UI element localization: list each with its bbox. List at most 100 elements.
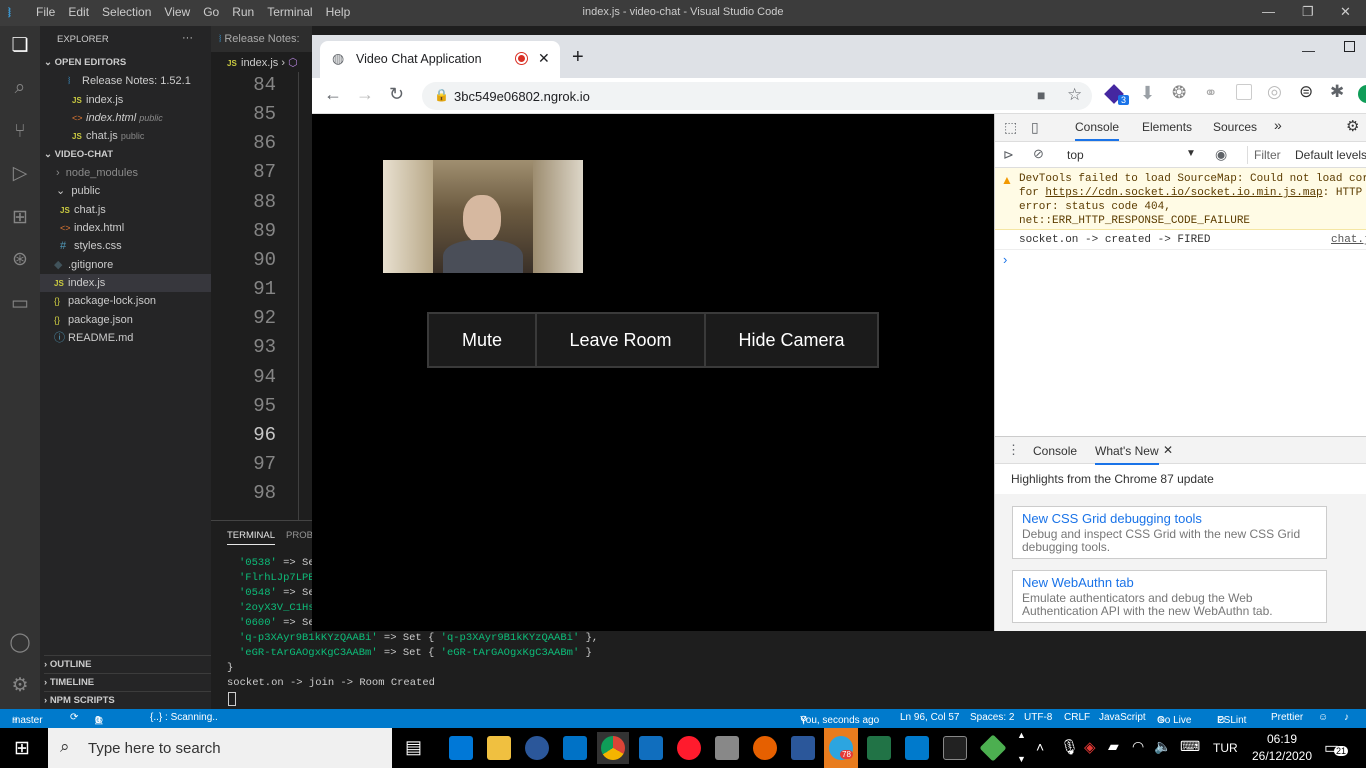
edge-icon[interactable]: [449, 736, 473, 760]
word-icon[interactable]: [791, 736, 815, 760]
open-editor-item[interactable]: JS chat.js public: [72, 127, 144, 145]
extension-icon[interactable]: ◎: [1267, 82, 1282, 102]
tree-file-gitignore[interactable]: ◆ .gitignore: [54, 256, 113, 274]
open-editor-item[interactable]: JS index.js: [72, 91, 123, 109]
tree-file-package-json[interactable]: {} package.json: [54, 311, 133, 329]
project-header[interactable]: ⌄ VIDEO-CHAT: [44, 146, 113, 164]
drawer-menu-icon[interactable]: ⋮: [1007, 442, 1020, 458]
terminal-icon[interactable]: [943, 736, 967, 760]
manage-gear-icon[interactable]: ⚙: [8, 674, 32, 698]
close-icon[interactable]: ✕: [1340, 4, 1351, 20]
devtools-tab-sources[interactable]: Sources: [1213, 120, 1257, 134]
open-editor-item[interactable]: <> index.html public: [72, 109, 163, 127]
app-icon[interactable]: [639, 736, 663, 760]
app-icon[interactable]: [715, 736, 739, 760]
avatar[interactable]: [1358, 85, 1366, 103]
task-view-icon[interactable]: ▤: [405, 737, 422, 758]
keyboard-icon[interactable]: ⌨: [1180, 738, 1200, 755]
cursor-position[interactable]: Ln 96, Col 57: [900, 712, 960, 723]
tree-file-styles-css[interactable]: # styles.css: [60, 237, 122, 255]
sourcemap-link[interactable]: https://cdn.socket.io/socket.io.min.js.m…: [1045, 187, 1322, 199]
mute-button[interactable]: Mute: [427, 312, 537, 368]
levels-dropdown[interactable]: Default levels: [1295, 148, 1366, 162]
taskbar-search[interactable]: ⌕ Type here to search: [48, 728, 392, 768]
breadcrumb-file[interactable]: JS index.js › ⬡: [227, 56, 298, 69]
firefox-icon[interactable]: [753, 736, 777, 760]
settings-gear-icon[interactable]: ⚙: [1346, 117, 1359, 135]
feedback-icon[interactable]: ☺: [1318, 712, 1328, 723]
help-icon[interactable]: [525, 736, 549, 760]
link-icon[interactable]: ⚭: [1204, 83, 1217, 103]
devtools-tab-console[interactable]: Console: [1075, 120, 1120, 141]
encoding[interactable]: UTF-8: [1024, 712, 1052, 723]
gitlens-icon[interactable]: ⊛: [8, 248, 32, 272]
vscode-icon[interactable]: [905, 736, 929, 760]
input-language[interactable]: TUR: [1213, 741, 1238, 755]
outline-section[interactable]: › OUTLINE: [44, 655, 211, 673]
chrome-icon[interactable]: [601, 736, 625, 760]
bell-icon[interactable]: ♪: [1344, 712, 1349, 723]
extension-icon[interactable]: ⊜: [1299, 82, 1313, 102]
bookmark-star-icon[interactable]: ☆: [1067, 85, 1082, 105]
more-tabs-icon[interactable]: »: [1274, 117, 1282, 133]
indentation[interactable]: Spaces: 2: [970, 712, 1014, 723]
timeline-section[interactable]: › TIMELINE: [44, 673, 211, 691]
windows-start-icon[interactable]: ⊞: [14, 737, 30, 760]
file-explorer-icon[interactable]: [487, 736, 511, 760]
taskbar-scroll-up-icon[interactable]: ▲: [1017, 730, 1026, 740]
volume-icon[interactable]: 🔈: [1154, 738, 1171, 755]
camera-icon[interactable]: ■: [1037, 87, 1045, 103]
clock-date[interactable]: 26/12/2020: [1245, 749, 1319, 763]
tree-file-chat-js[interactable]: JS chat.js: [60, 201, 106, 219]
npm-scripts-section[interactable]: › NPM SCRIPTS: [44, 691, 211, 709]
back-icon[interactable]: ←: [324, 84, 342, 105]
drawer-tab-close-icon[interactable]: ✕: [1163, 443, 1173, 457]
new-tab-icon[interactable]: +: [572, 47, 584, 67]
chevron-up-icon[interactable]: ˄: [1036, 739, 1044, 755]
devtools-tab-elements[interactable]: Elements: [1142, 120, 1192, 134]
minimize-icon[interactable]: —: [1262, 4, 1275, 19]
more-actions-icon[interactable]: ···: [182, 29, 193, 47]
app-icon[interactable]: [979, 734, 1007, 762]
puzzle-extensions-icon[interactable]: ✱: [1330, 82, 1344, 102]
tree-file-index-html[interactable]: <> index.html: [60, 219, 124, 237]
download-icon[interactable]: ⬇: [1140, 83, 1155, 104]
scanning-status[interactable]: {..} : Scanning..: [150, 712, 218, 723]
context-selector[interactable]: top: [1067, 148, 1084, 162]
filter-input[interactable]: Filter: [1247, 146, 1291, 164]
browser-tab[interactable]: ◍ Video Chat Application ✕: [320, 41, 560, 78]
feature-card[interactable]: New WebAuthn tab Emulate authenticators …: [1012, 570, 1327, 623]
line-ending[interactable]: CRLF: [1064, 712, 1090, 723]
excel-icon[interactable]: [867, 736, 891, 760]
taskbar-scroll-down-icon[interactable]: ▼: [1017, 754, 1026, 764]
outlook-icon[interactable]: [563, 736, 587, 760]
sync-icon[interactable]: ⟳: [70, 712, 78, 723]
sidebar-toggle-icon[interactable]: ⊳: [1003, 147, 1014, 163]
folder-icon[interactable]: ▭: [8, 292, 32, 316]
extension-icon[interactable]: ❂: [1172, 83, 1186, 103]
prettier-status[interactable]: Prettier: [1271, 712, 1303, 723]
device-toolbar-icon[interactable]: ▯: [1031, 119, 1039, 136]
tree-file-index-js[interactable]: JS index.js: [40, 274, 211, 292]
open-editors-header[interactable]: ⌄ OPEN EDITORS: [44, 54, 126, 72]
tab-release-notes[interactable]: ⧘ Release Notes:: [211, 26, 312, 52]
network-icon[interactable]: ▰: [1108, 738, 1119, 755]
tree-file-package-lock[interactable]: {} package-lock.json: [54, 292, 156, 310]
tree-folder-node-modules[interactable]: › node_modules: [56, 164, 138, 182]
account-icon[interactable]: ◯: [8, 631, 32, 655]
drawer-tab-whats-new[interactable]: What's New: [1095, 444, 1159, 465]
open-editor-item[interactable]: ⧘ Release Notes: 1.52.1: [68, 72, 191, 90]
extension-icon[interactable]: [1236, 84, 1252, 100]
forward-icon[interactable]: →: [356, 84, 374, 105]
source-control-icon[interactable]: ⑂: [8, 120, 32, 144]
app-tray-icon[interactable]: ◈: [1084, 738, 1096, 756]
tree-file-readme[interactable]: ⓘ README.md: [54, 329, 133, 347]
tab-terminal[interactable]: TERMINAL: [227, 530, 276, 545]
drawer-tab-console[interactable]: Console: [1033, 444, 1077, 458]
extensions-icon[interactable]: ⊞: [8, 206, 32, 230]
maximize-icon[interactable]: [1344, 41, 1355, 52]
microphone-icon[interactable]: 🎙: [1060, 738, 1079, 756]
reload-icon[interactable]: ↻: [389, 84, 404, 105]
search-icon[interactable]: ⌕: [8, 76, 32, 100]
opera-icon[interactable]: [677, 736, 701, 760]
